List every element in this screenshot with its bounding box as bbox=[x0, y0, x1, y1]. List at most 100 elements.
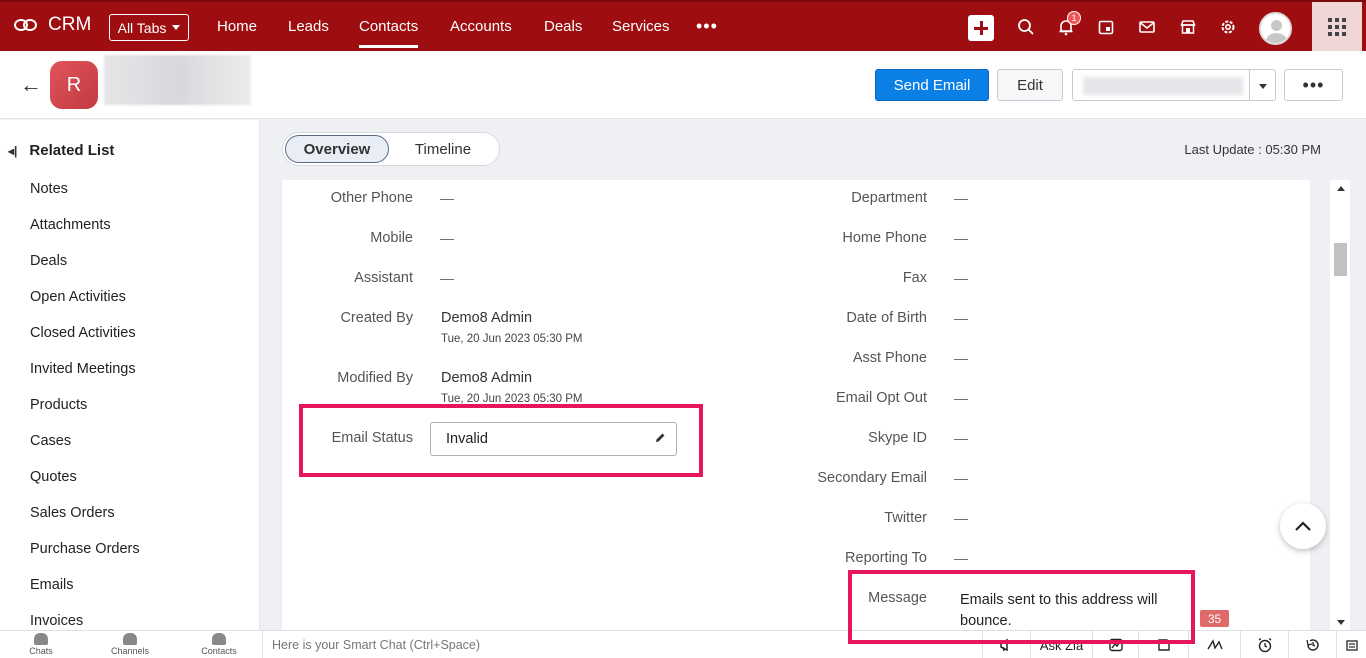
sidebar-item-products[interactable]: Products bbox=[30, 397, 87, 413]
field-label-secondary-email: Secondary Email bbox=[817, 470, 927, 486]
field-value-twitter[interactable]: — bbox=[954, 510, 968, 526]
send-email-button[interactable]: Send Email bbox=[875, 69, 989, 101]
sidebar-item-invited-meetings[interactable]: Invited Meetings bbox=[30, 361, 136, 377]
scroll-up-arrow-icon[interactable] bbox=[1337, 186, 1345, 191]
sidebar-item-cases[interactable]: Cases bbox=[30, 433, 71, 449]
tab-home[interactable]: Home bbox=[217, 18, 257, 35]
field-value-asst-phone[interactable]: — bbox=[954, 350, 968, 366]
field-value-created-by[interactable]: Demo8 Admin bbox=[441, 310, 532, 326]
marketplace-icon[interactable] bbox=[1177, 16, 1199, 38]
mail-icon[interactable] bbox=[1136, 16, 1158, 38]
sidebar-item-sales-orders[interactable]: Sales Orders bbox=[30, 505, 115, 521]
notification-badge: 1 bbox=[1067, 11, 1081, 25]
field-value-email-opt-out[interactable]: — bbox=[954, 390, 968, 406]
tab-contacts[interactable]: Contacts bbox=[359, 18, 419, 48]
create-new-button[interactable] bbox=[968, 15, 994, 41]
user-avatar[interactable] bbox=[1259, 12, 1292, 45]
alarm-button[interactable] bbox=[1240, 631, 1288, 658]
related-list-title: Related List bbox=[29, 142, 115, 159]
view-tabs: Overview Timeline bbox=[282, 132, 500, 166]
sidebar-item-emails[interactable]: Emails bbox=[30, 577, 74, 593]
field-value-other-phone[interactable]: — bbox=[440, 190, 454, 206]
alarm-clock-icon bbox=[1258, 637, 1271, 653]
last-update-text: Last Update : 05:30 PM bbox=[1184, 142, 1321, 157]
dropdown-divider bbox=[1249, 70, 1250, 100]
field-value-home-phone[interactable]: — bbox=[954, 230, 968, 246]
app-name: CRM bbox=[48, 14, 92, 35]
sidebar-item-attachments[interactable]: Attachments bbox=[30, 217, 111, 233]
action-dropdown-button[interactable] bbox=[1072, 69, 1276, 101]
back-arrow-icon[interactable]: ← bbox=[20, 72, 42, 98]
field-label-asst-phone: Asst Phone bbox=[852, 350, 927, 366]
field-label-email-opt-out: Email Opt Out bbox=[835, 390, 927, 406]
gear-icon[interactable] bbox=[1217, 16, 1239, 38]
email-status-highlight bbox=[299, 404, 703, 477]
field-value-date-of-birth[interactable]: — bbox=[954, 310, 968, 326]
history-button[interactable] bbox=[1288, 631, 1336, 658]
field-label-assistant: Assistant bbox=[354, 270, 413, 286]
search-icon[interactable] bbox=[1015, 16, 1037, 38]
record-name-redacted bbox=[104, 55, 251, 105]
chats-button[interactable]: Chats bbox=[11, 633, 71, 656]
contacts-icon bbox=[212, 633, 226, 645]
record-details-panel: Other Phone — Mobile — Assistant — Creat… bbox=[281, 180, 1310, 630]
field-label-twitter: Twitter bbox=[884, 510, 927, 526]
tab-leads[interactable]: Leads bbox=[288, 18, 329, 35]
tab-deals[interactable]: Deals bbox=[544, 18, 582, 35]
scroll-to-top-button[interactable] bbox=[1280, 503, 1326, 549]
collapse-sidebar-icon[interactable]: ◂| bbox=[8, 144, 17, 158]
field-label-fax: Fax bbox=[902, 270, 927, 286]
field-value-skype-id[interactable]: — bbox=[954, 430, 968, 446]
field-label-mobile: Mobile bbox=[370, 230, 413, 246]
field-value-mobile[interactable]: — bbox=[440, 230, 454, 246]
tab-timeline[interactable]: Timeline bbox=[395, 135, 491, 163]
sidebar-item-deals[interactable]: Deals bbox=[30, 253, 67, 269]
tab-accounts[interactable]: Accounts bbox=[450, 18, 512, 35]
apps-grid-button[interactable] bbox=[1312, 2, 1362, 51]
field-value-assistant[interactable]: — bbox=[440, 270, 454, 286]
sidebar-item-closed-activities[interactable]: Closed Activities bbox=[30, 325, 136, 341]
scrollbar-thumb[interactable] bbox=[1334, 243, 1347, 276]
field-value-reporting-to[interactable]: — bbox=[954, 550, 968, 566]
contacts-button[interactable]: Contacts bbox=[189, 633, 249, 656]
channels-button[interactable]: Channels bbox=[100, 633, 160, 656]
field-value-modified-by[interactable]: Demo8 Admin bbox=[441, 370, 532, 386]
more-tabs-button[interactable]: ••• bbox=[696, 16, 718, 37]
history-icon bbox=[1305, 639, 1319, 651]
crm-logo[interactable]: CRM bbox=[14, 14, 91, 36]
edit-button[interactable]: Edit bbox=[997, 69, 1063, 101]
field-label-home-phone: Home Phone bbox=[842, 230, 927, 246]
caret-down-icon bbox=[1259, 84, 1267, 89]
chat-bubble-icon bbox=[34, 633, 48, 645]
recent-items-button[interactable] bbox=[1336, 631, 1366, 658]
field-value-fax[interactable]: — bbox=[954, 270, 968, 286]
view-toolbar: Overview Timeline Last Update : 05:30 PM bbox=[260, 120, 1366, 180]
action-label-redacted bbox=[1083, 77, 1243, 95]
tab-overview[interactable]: Overview bbox=[285, 135, 389, 163]
related-list-sidebar: ◂| Related List Notes Attachments Deals … bbox=[0, 120, 260, 630]
sidebar-item-notes[interactable]: Notes bbox=[30, 181, 68, 197]
field-value-secondary-email[interactable]: — bbox=[954, 470, 968, 486]
all-tabs-dropdown[interactable]: All Tabs bbox=[109, 14, 189, 41]
scroll-down-arrow-icon[interactable] bbox=[1337, 620, 1345, 625]
record-header: ← R Send Email Edit ••• bbox=[0, 51, 1366, 119]
sidebar-item-purchase-orders[interactable]: Purchase Orders bbox=[30, 541, 140, 557]
top-navigation-bar: CRM All Tabs Home Leads Contacts Account… bbox=[0, 0, 1366, 51]
field-value-department[interactable]: — bbox=[954, 190, 968, 206]
field-label-modified-by: Modified By bbox=[337, 370, 413, 386]
signature-button[interactable] bbox=[1188, 631, 1240, 658]
sidebar-item-invoices[interactable]: Invoices bbox=[30, 613, 83, 629]
related-list-header[interactable]: ◂| Related List bbox=[8, 142, 114, 159]
tab-services[interactable]: Services bbox=[612, 18, 670, 35]
sidebar-item-open-activities[interactable]: Open Activities bbox=[30, 289, 126, 305]
sidebar-item-quotes[interactable]: Quotes bbox=[30, 469, 77, 485]
contacts-label: Contacts bbox=[201, 646, 237, 656]
chevron-up-icon bbox=[1295, 521, 1311, 531]
field-label-date-of-birth: Date of Birth bbox=[846, 310, 927, 326]
channels-icon bbox=[123, 633, 137, 645]
zia-count-badge: 35 bbox=[1200, 610, 1229, 627]
calendar-icon[interactable] bbox=[1095, 16, 1117, 38]
record-avatar: R bbox=[50, 61, 98, 109]
more-actions-button[interactable]: ••• bbox=[1284, 69, 1343, 101]
caret-down-icon bbox=[172, 25, 181, 30]
